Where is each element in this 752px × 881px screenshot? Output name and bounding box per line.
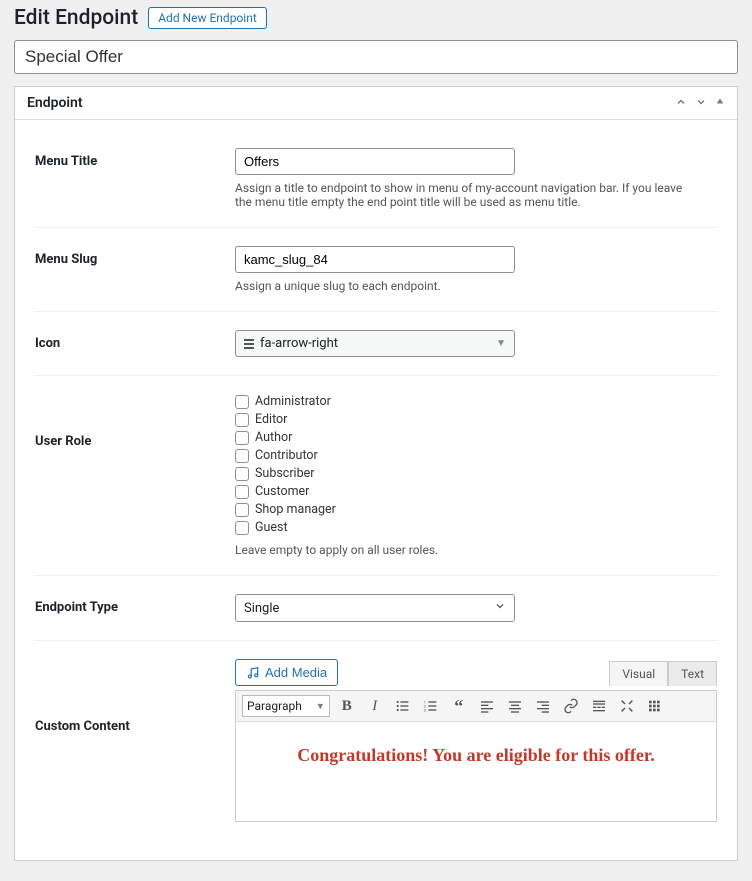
add-new-endpoint-button[interactable]: Add New Endpoint: [148, 7, 267, 29]
field-endpoint-type: Endpoint Type Single: [35, 575, 717, 640]
checkbox-icon[interactable]: [235, 431, 249, 445]
chevron-up-icon[interactable]: [675, 96, 687, 110]
field-icon: Icon fa-arrow-right ▼: [35, 311, 717, 375]
endpoint-type-select[interactable]: Single: [235, 594, 515, 622]
user-role-label: User Role: [35, 394, 235, 449]
add-media-button[interactable]: Add Media: [235, 659, 338, 686]
page-header: Edit Endpoint Add New Endpoint: [0, 0, 752, 40]
role-contributor[interactable]: Contributor: [235, 448, 717, 463]
custom-content-label: Custom Content: [35, 659, 235, 734]
icon-value: fa-arrow-right: [260, 336, 338, 351]
bold-icon[interactable]: B: [336, 695, 358, 717]
menu-slug-label: Menu Slug: [35, 246, 235, 267]
menu-title-help: Assign a title to endpoint to show in me…: [235, 181, 695, 209]
tab-text[interactable]: Text: [668, 661, 717, 686]
icon-select[interactable]: fa-arrow-right ▼: [235, 330, 515, 357]
fullscreen-icon[interactable]: [616, 695, 638, 717]
checkbox-icon[interactable]: [235, 413, 249, 427]
panel-controls: [675, 96, 725, 110]
endpoint-panel: Endpoint Menu Title Assign a title: [14, 86, 738, 861]
user-role-list: Administrator Editor Author Contributor …: [235, 394, 717, 535]
field-user-role: User Role Administrator Editor Author Co…: [35, 375, 717, 575]
caret-down-icon: ▼: [496, 338, 506, 349]
role-subscriber[interactable]: Subscriber: [235, 466, 717, 481]
bullet-list-icon[interactable]: [392, 695, 414, 717]
align-center-icon[interactable]: [504, 695, 526, 717]
panel-header: Endpoint: [15, 87, 737, 120]
field-menu-title: Menu Title Assign a title to endpoint to…: [35, 138, 717, 227]
page-title: Edit Endpoint: [14, 6, 138, 30]
post-title-wrap: [0, 40, 752, 86]
checkbox-icon[interactable]: [235, 521, 249, 535]
editor-body[interactable]: Congratulations! You are eligible for th…: [235, 722, 717, 822]
user-role-help: Leave empty to apply on all user roles.: [235, 543, 695, 557]
editor-content-text: Congratulations! You are eligible for th…: [296, 742, 656, 769]
format-select[interactable]: Paragraph ▼: [242, 695, 330, 717]
checkbox-icon[interactable]: [235, 395, 249, 409]
panel-body: Menu Title Assign a title to endpoint to…: [15, 120, 737, 860]
caret-down-icon: ▼: [316, 701, 325, 712]
menu-slug-input[interactable]: [235, 246, 515, 273]
tab-visual[interactable]: Visual: [609, 661, 668, 686]
link-icon[interactable]: [560, 695, 582, 717]
endpoint-type-value: Single: [244, 601, 279, 616]
quote-icon[interactable]: “: [448, 695, 470, 717]
post-title-input[interactable]: [14, 40, 738, 74]
panel-toggle-icon[interactable]: [715, 96, 725, 110]
chevron-down-icon: [494, 600, 506, 616]
editor-toolbar: Paragraph ▼ B I 123 “: [235, 690, 717, 722]
checkbox-icon[interactable]: [235, 449, 249, 463]
role-shop-manager[interactable]: Shop manager: [235, 502, 717, 517]
italic-icon[interactable]: I: [364, 695, 386, 717]
music-note-icon: [246, 666, 260, 680]
toolbar-toggle-icon[interactable]: [644, 695, 666, 717]
checkbox-icon[interactable]: [235, 503, 249, 517]
role-guest[interactable]: Guest: [235, 520, 717, 535]
role-administrator[interactable]: Administrator: [235, 394, 717, 409]
role-editor[interactable]: Editor: [235, 412, 717, 427]
field-menu-slug: Menu Slug Assign a unique slug to each e…: [35, 227, 717, 311]
panel-title: Endpoint: [27, 95, 83, 111]
checkbox-icon[interactable]: [235, 467, 249, 481]
menu-title-input[interactable]: [235, 148, 515, 175]
menu-title-label: Menu Title: [35, 148, 235, 169]
editor-header: Add Media Visual Text: [235, 659, 717, 686]
field-custom-content: Custom Content Add Media Visual Text: [35, 640, 717, 840]
bars-icon: [244, 339, 254, 349]
page-root: Edit Endpoint Add New Endpoint Endpoint: [0, 0, 752, 881]
chevron-down-icon[interactable]: [695, 96, 707, 110]
number-list-icon[interactable]: 123: [420, 695, 442, 717]
checkbox-icon[interactable]: [235, 485, 249, 499]
menu-slug-help: Assign a unique slug to each endpoint.: [235, 279, 695, 293]
editor-tabs: Visual Text: [609, 660, 717, 685]
read-more-icon[interactable]: [588, 695, 610, 717]
endpoint-type-label: Endpoint Type: [35, 594, 235, 615]
align-right-icon[interactable]: [532, 695, 554, 717]
svg-text:3: 3: [423, 707, 425, 712]
role-customer[interactable]: Customer: [235, 484, 717, 499]
role-author[interactable]: Author: [235, 430, 717, 445]
icon-label: Icon: [35, 330, 235, 351]
align-left-icon[interactable]: [476, 695, 498, 717]
